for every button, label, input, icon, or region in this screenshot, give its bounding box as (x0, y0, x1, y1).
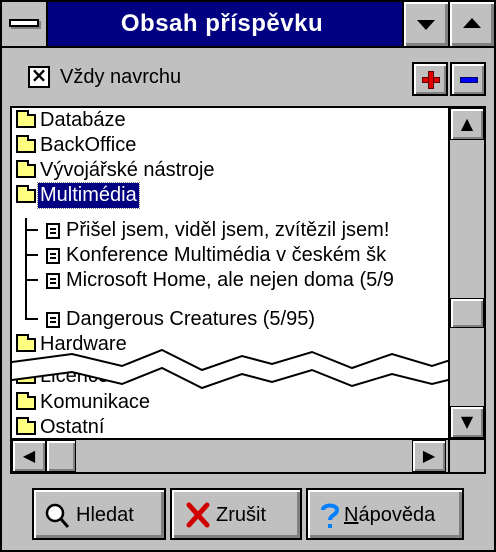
tree-document-item[interactable]: Konference Multimédia v českém šk (12, 243, 448, 268)
collapse-all-button[interactable] (450, 62, 486, 96)
vertical-scroll-thumb[interactable] (450, 298, 484, 328)
tree-folder-komunikace[interactable]: Komunikace (12, 390, 442, 415)
folder-icon (16, 392, 36, 410)
help-button-label: Nápověda (344, 503, 435, 527)
scroll-right-button[interactable]: ▶ (412, 440, 446, 472)
arrow-right-icon: ▶ (422, 446, 436, 465)
window-title: Obsah příspěvku (120, 10, 324, 37)
help-button[interactable]: Nápověda (306, 488, 464, 540)
always-on-top-checkbox[interactable]: × (28, 63, 50, 88)
tree-folder-label: Databáze (40, 109, 126, 131)
tree-folder-multimedia[interactable]: Multimédia (12, 182, 442, 209)
tree-folder-label: Ostatní (40, 416, 105, 438)
folder-icon (16, 135, 36, 153)
plus-icon (422, 71, 440, 89)
folder-icon (16, 160, 36, 178)
arrow-up-icon: ▲ (460, 114, 474, 133)
open-folder-icon (16, 185, 36, 203)
checkbox-check-mark: × (30, 63, 48, 87)
app-window: Obsah příspěvku × Vždy navrchu Databáze … (0, 0, 496, 552)
horizontal-scroll-thumb[interactable] (46, 440, 76, 472)
tree-folder-ostatni[interactable]: Ostatní (12, 415, 442, 440)
scroll-left-button[interactable]: ◀ (12, 440, 46, 472)
search-button[interactable]: Hledat (32, 488, 166, 540)
tree-folder-licence[interactable]: Licence (12, 364, 442, 389)
document-icon (46, 312, 60, 328)
arrow-left-icon: ◀ (22, 446, 36, 465)
document-icon (46, 273, 60, 289)
maximize-button[interactable] (448, 2, 494, 46)
tree-folder-label-selected: Multimédia (37, 182, 140, 209)
cancel-button-label: Zrušit (216, 504, 266, 526)
question-icon (321, 503, 340, 528)
scroll-down-button[interactable]: ▼ (450, 406, 484, 438)
system-menu-icon (9, 19, 39, 27)
expand-all-button[interactable] (412, 62, 448, 96)
minimize-icon (417, 20, 435, 30)
document-icon (46, 223, 60, 239)
tree-folder-label: Komunikace (40, 391, 151, 413)
minus-icon (460, 77, 478, 83)
system-menu-button[interactable] (2, 2, 48, 46)
tree-document-item[interactable]: Dangerous Creatures (5/95) (12, 307, 448, 332)
tree-folder-label: BackOffice (40, 134, 137, 156)
folder-icon (16, 366, 36, 384)
magnifier-icon (45, 503, 70, 528)
tree-document-label: Dangerous Creatures (5/95) (66, 308, 316, 330)
tree-document-item[interactable]: Přišel jsem, viděl jsem, zvítězil jsem! (12, 218, 448, 243)
x-icon (186, 502, 210, 528)
folder-icon (16, 334, 36, 352)
tree-folder-databaze[interactable]: Databáze (12, 108, 442, 133)
title-bar[interactable]: Obsah příspěvku (2, 2, 494, 48)
document-icon (46, 248, 60, 264)
tree-folder-vyvojarske-nastroje[interactable]: Vývojářské nástroje (12, 158, 442, 183)
vertical-scrollbar[interactable]: ▲ ▼ (448, 108, 484, 438)
tree-document-label: Microsoft Home, ale nejen doma (5/9 (66, 269, 394, 291)
tree-document-label: Přišel jsem, viděl jsem, zvítězil jsem! (66, 219, 390, 241)
tree-document-label: Konference Multimédia v českém šk (66, 244, 387, 266)
tree-folder-backoffice[interactable]: BackOffice (12, 133, 442, 158)
maximize-icon (463, 18, 481, 28)
help-button-mnemonic: N (344, 504, 359, 526)
scrollbar-corner (448, 438, 484, 472)
always-on-top-label[interactable]: Vždy navrchu (60, 64, 181, 90)
folder-icon (16, 110, 36, 128)
content-tree[interactable]: Databáze BackOffice Vývojářské nástroje … (10, 106, 486, 474)
arrow-down-icon: ▼ (460, 412, 474, 431)
cancel-button[interactable]: Zrušit (170, 488, 302, 540)
tree-folder-label: Licence (40, 365, 109, 387)
folder-icon (16, 417, 36, 435)
tree-folder-hardware[interactable]: Hardware (12, 332, 442, 357)
tree-folder-label: Hardware (40, 333, 127, 355)
minimize-button[interactable] (402, 2, 448, 46)
horizontal-scrollbar[interactable]: ◀ ▶ (12, 438, 484, 472)
tree-folder-label: Vývojářské nástroje (40, 159, 215, 181)
help-button-label-rest: ápověda (358, 504, 436, 526)
scroll-up-button[interactable]: ▲ (450, 108, 484, 140)
search-button-label: Hledat (76, 504, 134, 526)
tree-document-item[interactable]: Microsoft Home, ale nejen doma (5/9 (12, 268, 448, 293)
